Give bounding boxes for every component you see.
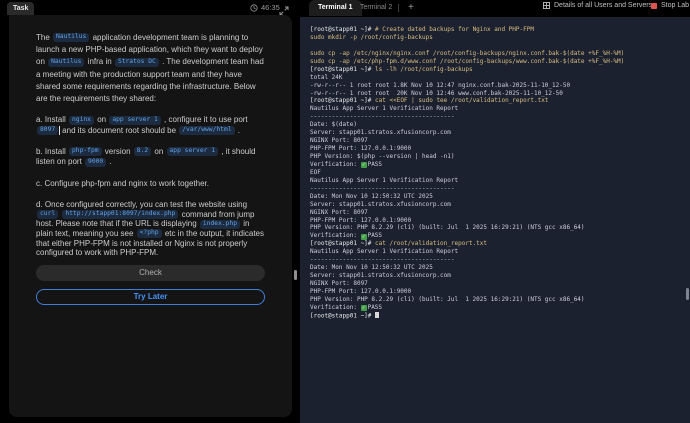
text-caret (59, 126, 60, 135)
grid-icon (543, 2, 550, 9)
terminal-line: Nautilus App Server 1 Verification Repor… (310, 177, 690, 185)
terminal-output[interactable]: [root@stapp01 ~]# # Create dated backups… (300, 17, 690, 423)
task-scrollbar-thumb[interactable] (294, 270, 297, 280)
terminal-line: PHP-FPM Port: 127.0.0.1:9000 (310, 288, 690, 296)
stop-label: Stop Lab (661, 2, 689, 9)
terminal-line: PHP Version: PHP 8.2.29 (cli) (built: Ju… (310, 296, 690, 304)
task-requirement-a: a. Install nginx on app server 1 , confi… (36, 115, 265, 136)
task-requirement-d: d. Once configured correctly, you can te… (36, 200, 265, 258)
terminal-line: NGINX Port: 8097 (310, 137, 690, 145)
inline-code-chip: <?php (137, 229, 162, 238)
inline-code-chip: Stratos DC (115, 58, 159, 67)
stop-lab-button[interactable]: Stop Lab (651, 2, 689, 9)
terminal-line: Nautilus App Server 1 Verification Repor… (310, 248, 690, 256)
terminal-line: PHP-FPM Port: 127.0.0.1:9000 (310, 145, 690, 153)
inline-code-chip: /var/www/html (179, 126, 234, 135)
tab-terminal-2[interactable]: Terminal 2 (352, 0, 400, 16)
task-intro: The Nautilus application development tea… (36, 32, 265, 105)
inline-code-chip: Nautilus (48, 58, 84, 67)
terminal-line: [root@stapp01 ~]# cat /root/validation_r… (310, 240, 690, 248)
terminal-line: ---------------------------------------- (310, 185, 690, 193)
new-terminal-button[interactable]: + (404, 0, 418, 15)
inline-code-chip: 9000 (85, 158, 106, 167)
terminal-line: EOF (310, 169, 690, 177)
pass-check-icon: ✓ (361, 234, 367, 240)
terminal-line: [root@stapp01 ~]# # Create dated backups… (310, 26, 690, 34)
tab-divider (398, 4, 399, 12)
inline-code-chip: Nautilus (53, 33, 89, 42)
terminal-line: Verification: ✓PASS (310, 161, 690, 169)
terminal-line: Verification: ✓PASS (310, 304, 690, 312)
expand-icon[interactable] (279, 3, 289, 13)
inline-code-chip: 8097 (37, 126, 58, 135)
terminal-line: -rw-r--r-- 1 root root 20K Nov 10 12:46 … (310, 90, 690, 98)
terminal-line: PHP Version: $(php --version | head -n1) (310, 153, 690, 161)
inline-code-chip: 8.2 (134, 147, 151, 156)
terminal-line: ---------------------------------------- (310, 113, 690, 121)
terminal-line: sudo mkdir -p /root/config-backups (310, 34, 690, 42)
inline-code-chip: app server 1 (109, 116, 161, 125)
terminal-line: [root@stapp01 ~]# ls -lh /root/config-ba… (310, 66, 690, 74)
terminal-line: Date: Mon Nov 10 12:50:32 UTC 2025 (310, 264, 690, 272)
task-panel: The Nautilus application development tea… (9, 15, 292, 417)
terminal-line: total 24K (310, 74, 690, 82)
inline-code-chip: http://stapp01:8097/index.php (62, 210, 178, 219)
inline-code-chip: app server 1 (167, 147, 219, 156)
terminal-scrollbar-thumb[interactable] (686, 288, 689, 300)
terminal-line: Server: stapp01.stratos.xfusioncorp.com (310, 272, 690, 280)
stop-icon (651, 3, 657, 9)
inline-code-chip: nginx (69, 116, 94, 125)
terminal-cursor (375, 312, 379, 319)
task-requirement-c: c. Configure php-fpm and nginx to work t… (36, 179, 265, 189)
terminal-line: Date: $(date) (310, 121, 690, 129)
terminal-line: NGINX Port: 8097 (310, 209, 690, 217)
terminal-line: sudo cp -ap /etc/php-fpm.d/www.conf /roo… (310, 58, 690, 66)
details-users-servers-button[interactable]: Details of all Users and Servers (543, 2, 652, 9)
task-requirement-b: b. Install php-fpm version 8.2 on app se… (36, 147, 265, 168)
terminal-line: PHP Version: PHP 8.2.29 (cli) (built: Ju… (310, 224, 690, 232)
pass-check-icon: ✓ (361, 162, 367, 168)
terminal-line: [root@stapp01 ~]# (310, 312, 690, 320)
terminal-line: Nautilus App Server 1 Verification Repor… (310, 105, 690, 113)
terminal-line: sudo cp -ap /etc/nginx/nginx.conf /root/… (310, 50, 690, 58)
terminal-line: Date: Mon Nov 10 12:50:32 UTC 2025 (310, 193, 690, 201)
check-button[interactable]: Check (36, 265, 265, 281)
terminal-line: [root@stapp01 ~]# cat <<EOF | sudo tee /… (310, 97, 690, 105)
inline-code-chip: index.php (200, 220, 240, 229)
terminal-line: Server: stapp01.stratos.xfusioncorp.com (310, 129, 690, 137)
pass-check-icon: ✓ (361, 305, 367, 311)
task-tab[interactable]: Task (7, 2, 34, 15)
inline-code-chip: curl (37, 210, 58, 219)
terminal-line: PHP-FPM Port: 127.0.0.1:9000 (310, 217, 690, 225)
clock-icon (250, 4, 258, 12)
terminal-line: Server: stapp01.stratos.xfusioncorp.com (310, 201, 690, 209)
timer-value: 46:35 (261, 3, 280, 12)
terminal-line: -rw-r--r-- 1 root root 1.8K Nov 10 12:47… (310, 82, 690, 90)
inline-code-chip: php-fpm (69, 147, 102, 156)
terminal-line: NGINX Port: 8097 (310, 280, 690, 288)
terminal-line: ---------------------------------------- (310, 256, 690, 264)
terminal-line: Verification: ✓PASS (310, 232, 690, 240)
try-later-button[interactable]: Try Later (36, 289, 265, 305)
terminal-line (310, 42, 690, 50)
details-label: Details of all Users and Servers (554, 2, 652, 9)
